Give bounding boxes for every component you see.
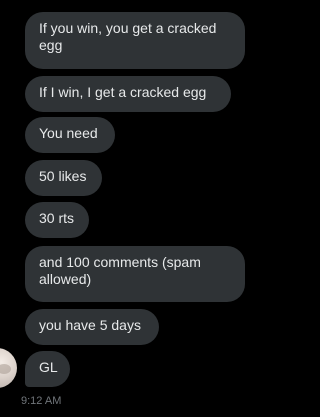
message-bubble[interactable]: GL [25,351,70,387]
message-bubble[interactable]: and 100 comments (spam allowed) [25,246,245,302]
message-text: 30 rts [39,210,75,226]
message-bubble[interactable]: If you win, you get a cracked egg [25,12,245,69]
message-bubble[interactable]: 50 likes [25,160,102,196]
message-timestamp: 9:12 AM [21,395,62,407]
dm-thread: If you win, you get a cracked egg If I w… [0,0,285,417]
message-bubble[interactable]: you have 5 days [25,309,159,345]
avatar-shading [0,364,11,374]
message-bubble[interactable]: You need [25,117,115,153]
sender-avatar[interactable] [0,348,17,388]
message-bubble[interactable]: If I win, I get a cracked egg [25,76,231,112]
message-text: and 100 comments (spam allowed) [39,254,201,287]
message-text: 50 likes [39,168,87,184]
message-text: you have 5 days [39,317,141,333]
message-text: If you win, you get a cracked egg [39,20,217,53]
message-bubble[interactable]: 30 rts [25,202,89,238]
message-text: GL [39,359,58,375]
message-text: You need [39,125,98,141]
message-text: If I win, I get a cracked egg [39,84,207,100]
